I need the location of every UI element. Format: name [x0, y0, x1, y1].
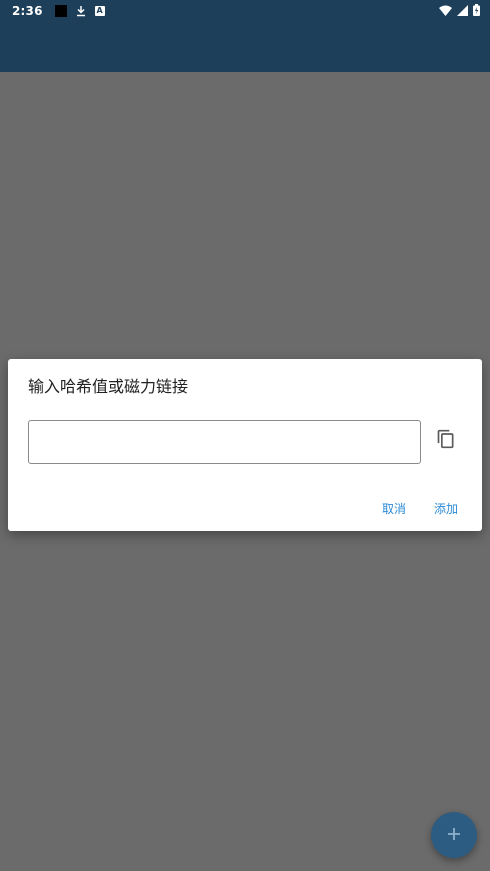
hash-or-magnet-input[interactable] — [28, 420, 421, 464]
download-icon — [75, 5, 87, 17]
content-copy-icon — [436, 429, 456, 453]
add-torrent-dialog: 输入哈希值或磁力链接 取消 添加 — [8, 359, 482, 531]
status-time: 2:36 — [12, 4, 43, 18]
app-bar — [0, 22, 490, 72]
status-right-icons — [439, 4, 480, 19]
cancel-button[interactable]: 取消 — [382, 500, 406, 517]
dialog-actions: 取消 添加 — [382, 500, 458, 517]
plus-icon — [447, 826, 461, 845]
paste-button[interactable] — [434, 429, 458, 453]
status-bar: 2:36 A — [0, 0, 490, 22]
battery-icon — [473, 4, 480, 19]
wifi-icon — [439, 5, 452, 19]
signal-icon — [457, 4, 468, 19]
dialog-title: 输入哈希值或磁力链接 — [28, 377, 189, 396]
add-fab-button[interactable] — [431, 812, 477, 858]
a-badge-icon: A — [94, 6, 105, 16]
add-button[interactable]: 添加 — [434, 500, 458, 517]
screen: 2:36 A 输入哈希值或磁力链接 取消 添加 — [0, 0, 490, 871]
status-left-icons: A — [54, 5, 105, 17]
notification-square-icon — [54, 5, 67, 17]
